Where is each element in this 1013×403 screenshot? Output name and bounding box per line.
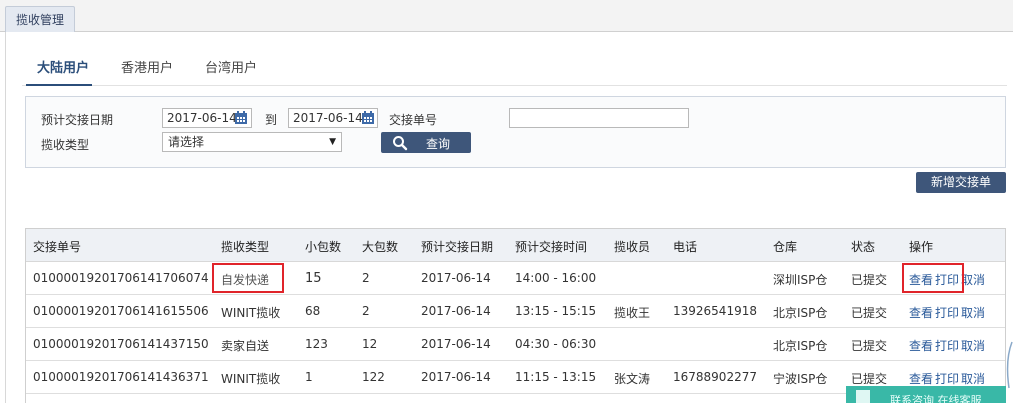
small-count: 1: [305, 370, 313, 384]
collection-type-selected: 请选择: [168, 135, 205, 149]
table-row: 01000019201706141615506 WINIT揽收 68 2 201…: [26, 295, 1005, 328]
date-from-value: 2017-06-14: [167, 111, 237, 125]
print-link[interactable]: 打印: [935, 304, 959, 321]
handover-time: 04:30 - 06:30: [515, 337, 597, 351]
online-service-label: 联系咨询 在线客服: [890, 394, 982, 403]
small-count: 123: [305, 337, 328, 351]
handover-date: 2017-06-14: [421, 337, 491, 351]
col-header-phone: 电话: [673, 240, 698, 254]
warehouse: 北京ISP仓: [773, 306, 828, 320]
tab-taiwan-users[interactable]: 台湾用户: [205, 57, 257, 76]
big-count: 12: [362, 337, 378, 351]
phone: 13926541918: [673, 304, 757, 318]
small-count: 15: [305, 271, 322, 286]
status: 已提交: [851, 306, 888, 320]
order-number: 0100001920170614170607​4: [33, 271, 209, 285]
view-link[interactable]: 查看: [909, 304, 933, 321]
chat-icon: [856, 390, 870, 403]
scroll-indicator: [1006, 341, 1013, 389]
warehouse: 北京ISP仓: [773, 339, 828, 353]
big-count: 2: [362, 271, 370, 285]
handover-time: 13:15 - 15:15: [515, 304, 597, 318]
order-number-label: 交接单号: [389, 113, 438, 127]
collection-type: WINIT揽收: [221, 372, 281, 386]
search-icon: [393, 136, 408, 151]
handover-time: 11:15 - 13:15: [515, 370, 597, 384]
dropdown-arrow-icon: ▼: [329, 137, 336, 147]
table-row: 01000019201706141437150 卖家自送 123 12 2017…: [26, 328, 1005, 361]
col-header-small: 小包数: [305, 240, 342, 254]
date-label: 预计交接日期: [41, 113, 114, 127]
handover-date: 2017-06-14: [421, 370, 491, 384]
date-separator: 到: [265, 113, 278, 127]
handover-time: 14:00 - 16:00: [515, 271, 597, 285]
annotation-box-actions: [902, 263, 964, 293]
order-number: 01000019201706141437150: [33, 337, 209, 351]
big-count: 122: [362, 370, 385, 384]
handover-date: 2017-06-14: [421, 304, 491, 318]
view-link[interactable]: 查看: [909, 370, 933, 387]
print-link[interactable]: 打印: [935, 337, 959, 354]
col-header-date: 预计交接日期: [421, 240, 494, 254]
collector: 揽收王: [614, 306, 651, 320]
big-count: 2: [362, 304, 370, 318]
col-header-order: 交接单号: [33, 240, 82, 254]
collection-type: 卖家自送: [221, 339, 270, 353]
small-count: 68: [305, 304, 321, 318]
calendar-icon[interactable]: [361, 111, 375, 125]
order-number: 01000019201706141615506: [33, 304, 209, 318]
cancel-link[interactable]: 取消: [961, 304, 985, 321]
col-header-warehouse: 仓库: [773, 240, 798, 254]
tabs-divider: [22, 85, 1007, 86]
handover-date: 2017-06-14: [421, 271, 491, 285]
order-number: 01000019201706141436371: [33, 370, 209, 384]
order-number-input[interactable]: [509, 108, 689, 128]
col-header-actions: 操作: [909, 240, 934, 254]
print-link[interactable]: 打印: [935, 370, 959, 387]
tab-hongkong-users[interactable]: 香港用户: [121, 57, 173, 76]
tab-mainland-users[interactable]: 大陆用户: [37, 57, 89, 76]
date-to-value: 2017-06-14: [293, 111, 363, 125]
online-service-widget[interactable]: 联系咨询 在线客服: [846, 386, 1006, 403]
table-row: 0100001920170614170607​4 自发快递 15 2 2017-…: [26, 262, 1005, 295]
warehouse: 深圳ISP仓: [773, 273, 828, 287]
table-header: 交接单号 揽收类型 小包数 大包数 预计交接日期 预计交接时间 揽收员 电话 仓…: [26, 229, 1005, 262]
calendar-icon[interactable]: [234, 111, 248, 125]
col-header-big: 大包数: [362, 240, 399, 254]
collector: 张文涛: [614, 372, 651, 386]
new-handover-button[interactable]: 新增交接单: [916, 172, 1006, 193]
warehouse: 宁波ISP仓: [773, 372, 828, 386]
query-button-label: 查询: [426, 137, 451, 151]
annotation-box-type: [212, 263, 284, 293]
view-link[interactable]: 查看: [909, 337, 933, 354]
query-button[interactable]: 查询: [381, 132, 471, 153]
col-header-status: 状态: [851, 240, 876, 254]
status: 已提交: [851, 273, 888, 287]
tab-collection-management[interactable]: 揽收管理: [5, 6, 76, 32]
phone: 16788902277: [673, 370, 757, 384]
cancel-link[interactable]: 取消: [961, 271, 985, 288]
collection-type: WINIT揽收: [221, 306, 281, 320]
col-header-time: 预计交接时间: [515, 240, 588, 254]
module-tab-bar: 揽收管理: [0, 0, 1013, 32]
cancel-link[interactable]: 取消: [961, 337, 985, 354]
cancel-link[interactable]: 取消: [961, 370, 985, 387]
status: 已提交: [851, 339, 888, 353]
collection-type-label: 揽收类型: [41, 138, 90, 152]
status: 已提交: [851, 372, 888, 386]
active-tab-indicator: [26, 84, 92, 86]
handover-table: 交接单号 揽收类型 小包数 大包数 预计交接日期 预计交接时间 揽收员 电话 仓…: [25, 228, 1006, 403]
col-header-collector: 揽收员: [614, 240, 651, 254]
col-header-type: 揽收类型: [221, 240, 270, 254]
collection-type-select[interactable]: 请选择 ▼: [162, 132, 342, 152]
